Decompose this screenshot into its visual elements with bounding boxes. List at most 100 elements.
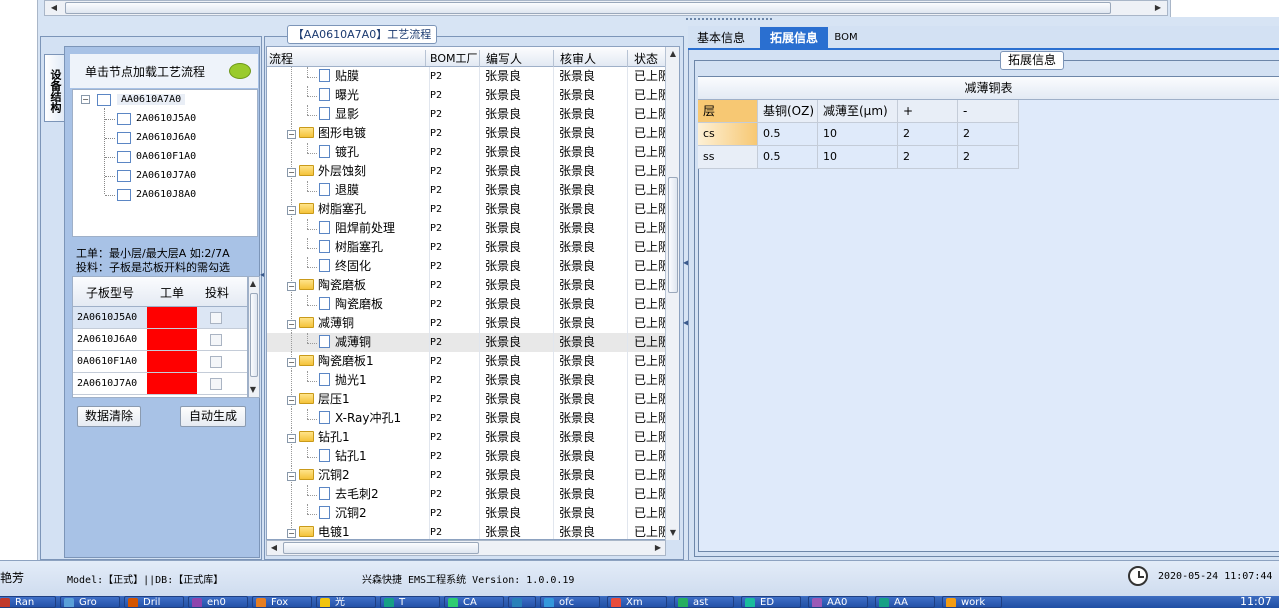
process-group-row[interactable]: − 图形电镀 P2 张景良 张景良 已上阪 <box>267 124 667 143</box>
taskbar-button[interactable]: Ran <box>0 596 56 608</box>
clear-data-button[interactable]: 数据清除 <box>77 406 141 427</box>
taskbar-button[interactable]: ED <box>741 596 801 608</box>
order-cell[interactable] <box>147 351 197 372</box>
tree-root-node[interactable]: − AA0610A7A0 <box>81 94 186 106</box>
collapse-icon[interactable]: − <box>287 168 296 177</box>
taskbar-button[interactable]: Xm <box>607 596 667 608</box>
tree-child-label[interactable]: 2A0610J8A0 <box>136 189 196 200</box>
thinning-row-header[interactable]: ss <box>698 146 758 169</box>
process-vthumb[interactable] <box>668 177 678 293</box>
process-step-row[interactable]: 退膜 P2 张景良 张景良 已上阪 <box>267 181 667 200</box>
scroll-left-icon[interactable]: ◀ <box>47 1 61 15</box>
process-step-row[interactable]: 陶瓷磨板 P2 张景良 张景良 已上阪 <box>267 295 667 314</box>
process-step-row[interactable]: 沉铜2 P2 张景良 张景良 已上阪 <box>267 504 667 523</box>
collapse-icon[interactable]: − <box>287 206 296 215</box>
tab-extended-info[interactable]: 拓展信息 <box>760 27 828 50</box>
tab-bom[interactable]: BOM <box>834 27 858 50</box>
thinning-value-cell[interactable]: 0.5 <box>758 123 818 146</box>
order-cell[interactable] <box>147 373 197 394</box>
process-tree-grid[interactable]: 流程 BOM工厂 编写人 核审人 状态 贴膜 P2 张景良 张景良 已上阪 曝光 P2 张景良… <box>266 46 680 540</box>
tree-child-label[interactable]: 2A0610J7A0 <box>136 170 196 181</box>
process-scroll-left-icon[interactable]: ◀ <box>267 541 281 555</box>
subboard-row[interactable]: 2A0610J7A0 <box>73 373 247 395</box>
collapse-icon[interactable]: − <box>287 434 296 443</box>
subboard-row[interactable]: 2A0610J5A0 <box>73 307 247 329</box>
process-step-row[interactable]: 树脂塞孔 P2 张景良 张景良 已上阪 <box>267 238 667 257</box>
taskbar-button[interactable]: Dril <box>124 596 184 608</box>
taskbar-button[interactable]: AA0 <box>808 596 868 608</box>
tab-basic-info[interactable]: 基本信息 <box>690 27 752 50</box>
taskbar-button[interactable]: en0 <box>188 596 248 608</box>
tree-child-label[interactable]: 0A0610F1A0 <box>136 151 196 162</box>
taskbar-button[interactable]: CA <box>444 596 504 608</box>
process-scroll-right-icon[interactable]: ▶ <box>651 541 665 555</box>
collapse-icon[interactable]: − <box>287 130 296 139</box>
subboard-grid[interactable]: 子板型号 工单 投料 2A0610J5A0 2A0610J6A0 0A0610F1A… <box>72 276 248 398</box>
process-group-row[interactable]: − 钻孔1 P2 张景良 张景良 已上阪 <box>267 428 667 447</box>
process-group-row[interactable]: − 外层蚀刻 P2 张景良 张景良 已上阪 <box>267 162 667 181</box>
process-group-row[interactable]: − 减薄铜 P2 张景良 张景良 已上阪 <box>267 314 667 333</box>
top-scroll-thumb[interactable] <box>65 2 1111 14</box>
subboard-row[interactable]: 2A0610J6A0 <box>73 329 247 351</box>
taskbar-button[interactable]: ast <box>674 596 734 608</box>
process-step-row[interactable]: 镀孔 P2 张景良 张景良 已上阪 <box>267 143 667 162</box>
process-group-row[interactable]: − 电镀1 P2 张景良 张景良 已上阪 <box>267 523 667 539</box>
scroll-down-icon[interactable]: ▼ <box>247 383 259 397</box>
feed-checkbox[interactable] <box>210 312 222 324</box>
taskbar-button[interactable]: AA <box>875 596 935 608</box>
feed-checkbox[interactable] <box>210 356 222 368</box>
taskbar-button[interactable]: 光 <box>316 596 376 608</box>
thinning-value-cell[interactable]: 10 <box>818 146 898 169</box>
order-cell[interactable] <box>147 307 197 328</box>
collapse-icon[interactable]: − <box>287 529 296 538</box>
process-step-row[interactable]: 终固化 P2 张景良 张景良 已上阪 <box>267 257 667 276</box>
process-hthumb[interactable] <box>283 542 479 554</box>
scroll-right-icon[interactable]: ▶ <box>1151 1 1165 15</box>
subboard-vscroll[interactable]: ▲ ▼ <box>248 276 260 398</box>
taskbar-button[interactable]: Gro <box>60 596 120 608</box>
equipment-tree[interactable]: − AA0610A7A0 2A0610J5A0 2A0610J6A0 0A0610F1… <box>72 89 258 237</box>
taskbar-button[interactable] <box>508 596 536 608</box>
process-step-row[interactable]: 钻孔1 P2 张景良 张景良 已上阪 <box>267 447 667 466</box>
process-group-row[interactable]: − 沉铜2 P2 张景良 张景良 已上阪 <box>267 466 667 485</box>
process-step-row[interactable]: 贴膜 P2 张景良 张景良 已上阪 <box>267 67 667 86</box>
process-group-row[interactable]: − 陶瓷磨板 P2 张景良 张景良 已上阪 <box>267 276 667 295</box>
feed-checkbox[interactable] <box>210 334 222 346</box>
top-horizontal-scrollbar[interactable]: ◀ ▶ <box>44 0 1168 16</box>
process-group-row[interactable]: − 层压1 P2 张景良 张景良 已上阪 <box>267 390 667 409</box>
taskbar-button[interactable]: Fox <box>252 596 312 608</box>
thinning-row-header[interactable]: cs <box>698 123 758 146</box>
subboard-vthumb[interactable] <box>250 293 258 377</box>
collapse-icon[interactable]: − <box>287 282 296 291</box>
process-scroll-up-icon[interactable]: ▲ <box>666 47 680 61</box>
scroll-up-icon[interactable]: ▲ <box>247 277 259 291</box>
feed-checkbox[interactable] <box>210 378 222 390</box>
process-hscroll[interactable]: ◀ ▶ <box>266 540 666 556</box>
thinning-value-cell[interactable]: 2 <box>898 123 958 146</box>
thinning-value-cell[interactable]: 10 <box>818 123 898 146</box>
process-step-row[interactable]: 曝光 P2 张景良 张景良 已上阪 <box>267 86 667 105</box>
process-step-row[interactable]: 去毛刺2 P2 张景良 张景良 已上阪 <box>267 485 667 504</box>
auto-generate-button[interactable]: 自动生成 <box>180 406 246 427</box>
thinning-table[interactable]: 层基铜(OZ) 减薄至(μm) + - cs 0.5 10 2 2 ss 0.5 10 2 2 <box>698 100 1019 170</box>
process-vscroll[interactable]: ▲ ▼ <box>665 47 679 540</box>
collapse-icon[interactable]: − <box>287 396 296 405</box>
taskbar-button[interactable]: ofc <box>540 596 600 608</box>
process-step-row[interactable]: X-Ray冲孔1 P2 张景良 张景良 已上阪 <box>267 409 667 428</box>
taskbar-button[interactable]: T <box>380 596 440 608</box>
thinning-value-cell[interactable]: 2 <box>958 123 1019 146</box>
process-step-row[interactable]: 减薄铜 P2 张景良 张景良 已上阪 <box>267 333 667 352</box>
order-cell[interactable] <box>147 329 197 350</box>
collapse-icon[interactable]: − <box>287 472 296 481</box>
thinning-value-cell[interactable]: 0.5 <box>758 146 818 169</box>
process-group-row[interactable]: − 树脂塞孔 P2 张景良 张景良 已上阪 <box>267 200 667 219</box>
collapse-icon[interactable]: − <box>81 95 90 104</box>
process-step-row[interactable]: 显影 P2 张景良 张景良 已上阪 <box>267 105 667 124</box>
vertical-tab-equipment[interactable]: 设备结构 <box>44 54 64 122</box>
process-step-row[interactable]: 抛光1 P2 张景良 张景良 已上阪 <box>267 371 667 390</box>
thinning-value-cell[interactable]: 2 <box>898 146 958 169</box>
subboard-row[interactable]: 0A0610F1A0 <box>73 351 247 373</box>
process-group-row[interactable]: − 陶瓷磨板1 P2 张景良 张景良 已上阪 <box>267 352 667 371</box>
tree-child-label[interactable]: 2A0610J6A0 <box>136 132 196 143</box>
thinning-value-cell[interactable]: 2 <box>958 146 1019 169</box>
